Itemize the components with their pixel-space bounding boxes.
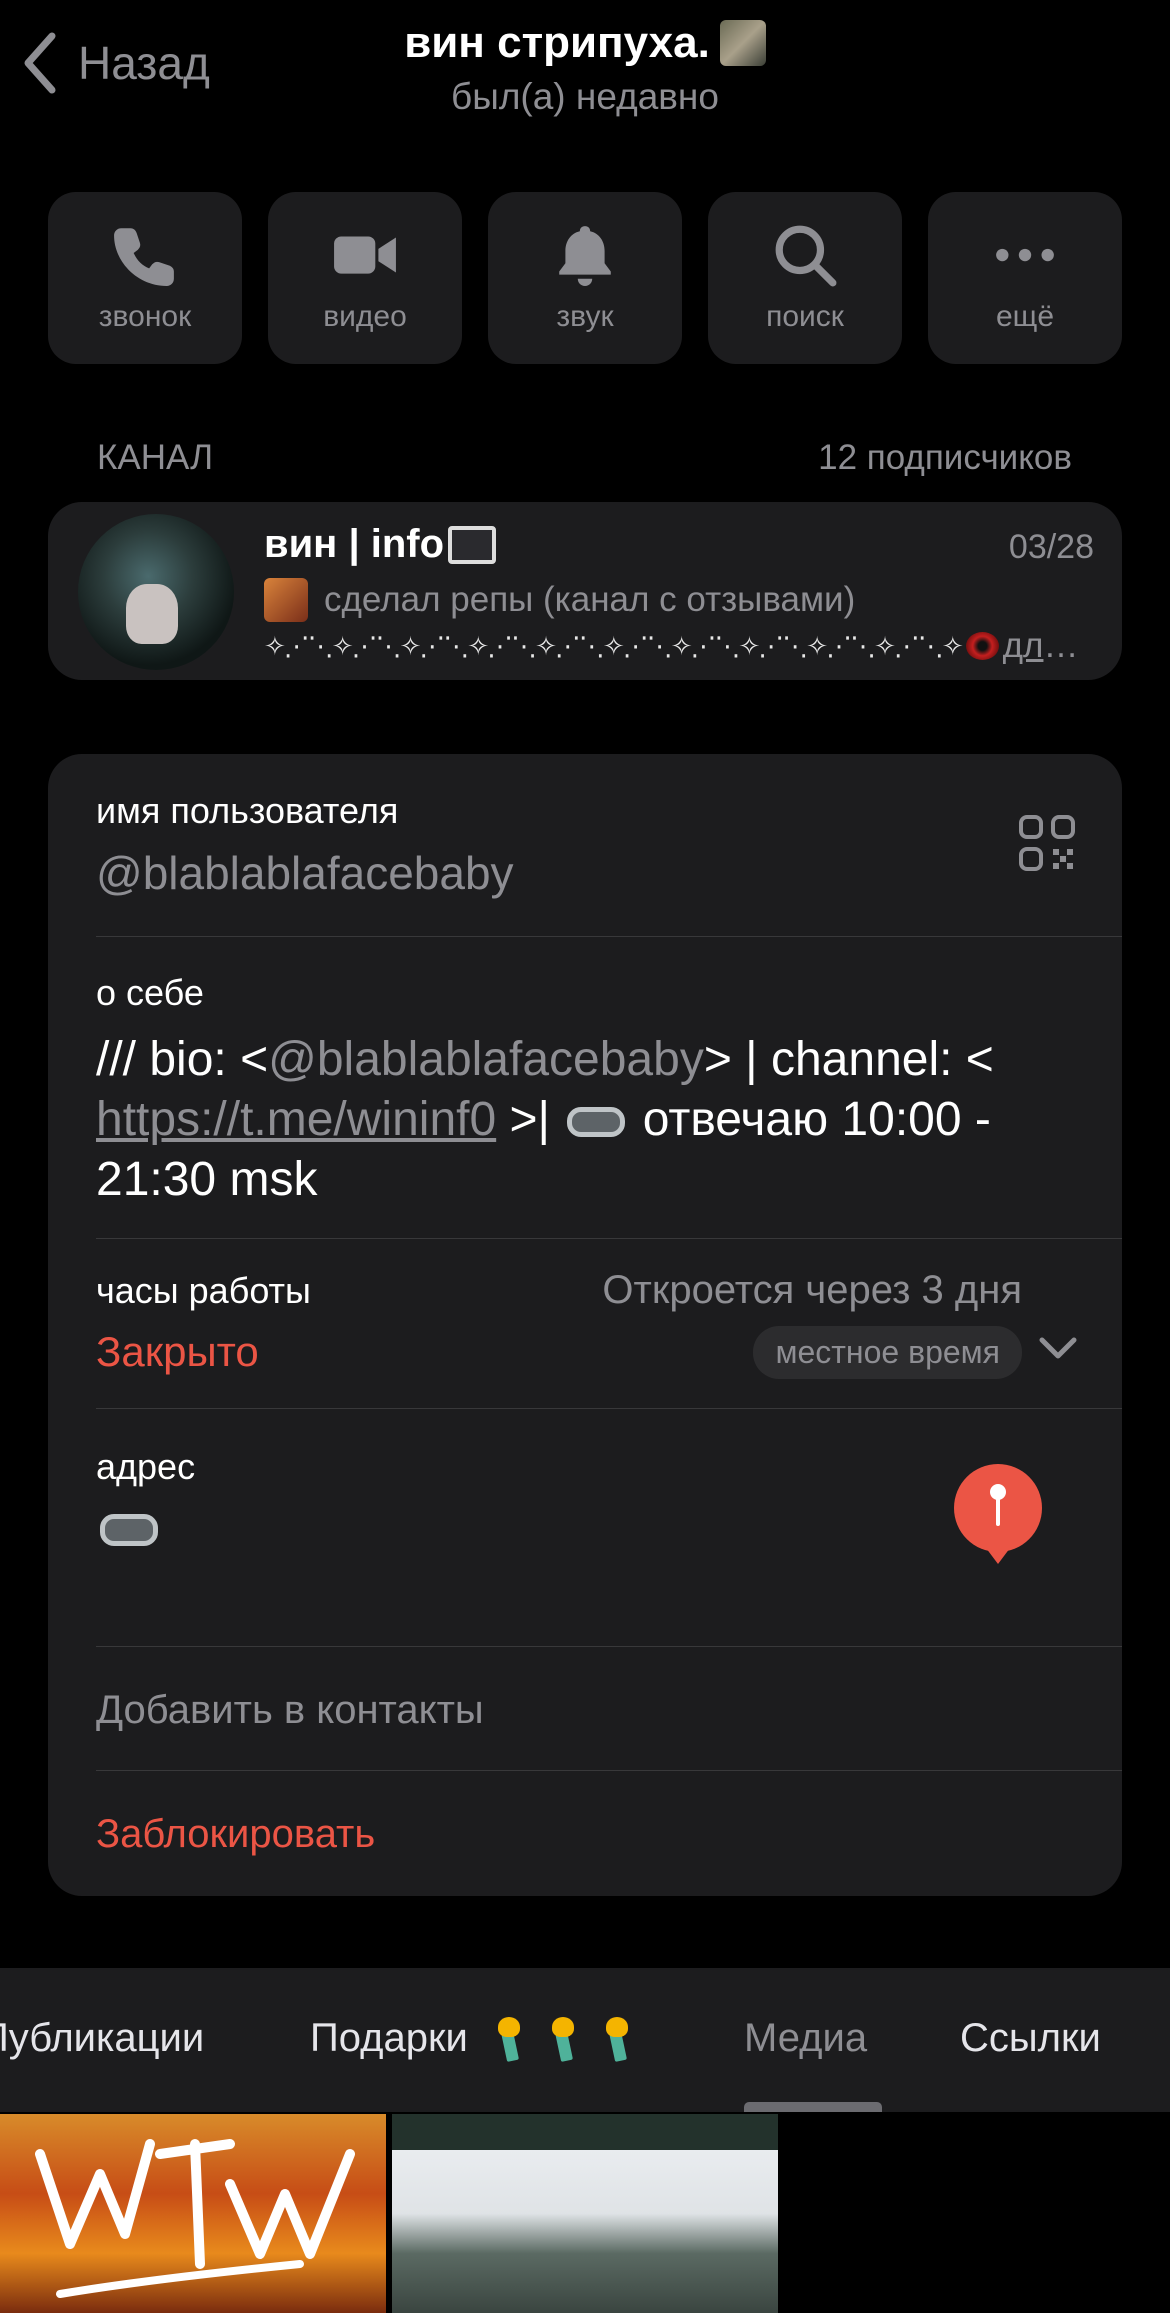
local-time-toggle[interactable]: местное время: [753, 1326, 1022, 1379]
channel-name: вин | info: [264, 522, 497, 567]
username-value[interactable]: @blablablafacebaby: [96, 846, 514, 900]
address-label: адрес: [96, 1446, 196, 1487]
monitor-emoji-icon: [448, 525, 497, 564]
business-hours-status: Закрыто: [96, 1328, 259, 1375]
chevron-down-icon[interactable]: [1038, 1334, 1078, 1364]
profile-info-card: имя пользователя @blablablafacebaby о се…: [48, 754, 1122, 1896]
media-thumbnail[interactable]: [0, 2114, 386, 2313]
channel-last-message: сделал репы (канал с отзывами): [264, 578, 855, 622]
more-icon: [996, 248, 1054, 262]
subscriber-count: 12 подписчиков: [818, 438, 1072, 477]
video-camera-icon: [334, 236, 396, 274]
qr-code-icon[interactable]: [1018, 814, 1076, 872]
torch-emoji-icon: [605, 2016, 630, 2061]
video-call-button[interactable]: видео: [268, 192, 462, 364]
message-thumbnail: [264, 578, 308, 622]
bio-mention-link[interactable]: @blablablafacebaby: [268, 1033, 704, 1086]
profile-tabs: Публикации Подарки Медиа Ссылки: [0, 1968, 1170, 2112]
channel-section-header: КАНАЛ 12 подписчиков: [97, 438, 1072, 478]
divider: [96, 936, 1122, 937]
tab-links[interactable]: Ссылки: [960, 2016, 1101, 2061]
address-goggles-emoji-icon: [100, 1514, 158, 1546]
torch-emoji-icon: [497, 2016, 522, 2061]
sound-button[interactable]: звук: [488, 192, 682, 364]
phone-icon: [114, 228, 174, 286]
search-button[interactable]: поиск: [708, 192, 902, 364]
tab-media[interactable]: Медиа: [744, 2016, 867, 2061]
username-label: имя пользователя: [96, 790, 399, 831]
channel-card[interactable]: вин | info 03/28 сделал репы (канал с от…: [48, 502, 1122, 680]
active-tab-indicator: [744, 2102, 882, 2112]
business-hours-label: часы работы: [96, 1270, 311, 1311]
title-emoji-avatar: [719, 20, 766, 66]
block-user-button[interactable]: Заблокировать: [96, 1812, 375, 1857]
torch-emoji-icon: [551, 2016, 576, 2061]
divider: [96, 1646, 1122, 1647]
media-grid: [0, 2114, 1170, 2313]
channel-message-second-line: ✧⋰⋱✧⋰⋱✧⋰⋱✧⋰⋱✧⋰⋱✧⋰⋱✧⋰⋱✧⋰⋱✧⋰⋱✧⋰⋱✧ для лу..…: [264, 626, 1094, 666]
page-title: вин стрипуха.: [404, 18, 766, 68]
map-pin-icon[interactable]: [952, 1464, 1044, 1566]
sparkle-decoration: ✧⋰⋱✧⋰⋱✧⋰⋱✧⋰⋱✧⋰⋱✧⋰⋱✧⋰⋱✧⋰⋱✧⋰⋱✧⋰⋱✧: [264, 630, 964, 661]
call-button[interactable]: звонок: [48, 192, 242, 364]
chat-header: вин стрипуха. был(а) недавно: [0, 18, 1170, 118]
action-bar: звонок видео звук поиск ещё: [48, 192, 1122, 364]
add-to-contacts-button[interactable]: Добавить в контакты: [96, 1688, 484, 1733]
tab-gifts[interactable]: Подарки: [310, 2016, 630, 2061]
goggles-emoji-icon: [567, 1107, 626, 1138]
tab-publications[interactable]: Публикации: [0, 2016, 204, 2061]
divider: [96, 1408, 1122, 1409]
search-icon: [775, 225, 837, 287]
bio-text: /// bio: <@blablablafacebaby> | channel:…: [96, 1033, 994, 1206]
bell-icon: [559, 226, 611, 286]
channel-section-label: КАНАЛ: [97, 438, 214, 477]
channel-date: 03/28: [1008, 528, 1094, 566]
divider: [96, 1770, 1122, 1771]
channel-avatar: [78, 514, 234, 670]
last-seen-status: был(а) недавно: [451, 76, 719, 117]
bio-channel-link[interactable]: https://t.me/wininf0: [96, 1093, 496, 1146]
channel-message-link: для лу...: [1002, 626, 1094, 665]
media-thumbnail[interactable]: [392, 2114, 778, 2313]
divider: [96, 1238, 1122, 1239]
business-hours-next-open: Откроется через 3 дня: [602, 1268, 1022, 1312]
bio-label: о себе: [96, 972, 204, 1013]
scribble-drawing: [35, 2139, 355, 2298]
more-button[interactable]: ещё: [928, 192, 1122, 364]
eye-emoji-icon: [965, 632, 999, 660]
